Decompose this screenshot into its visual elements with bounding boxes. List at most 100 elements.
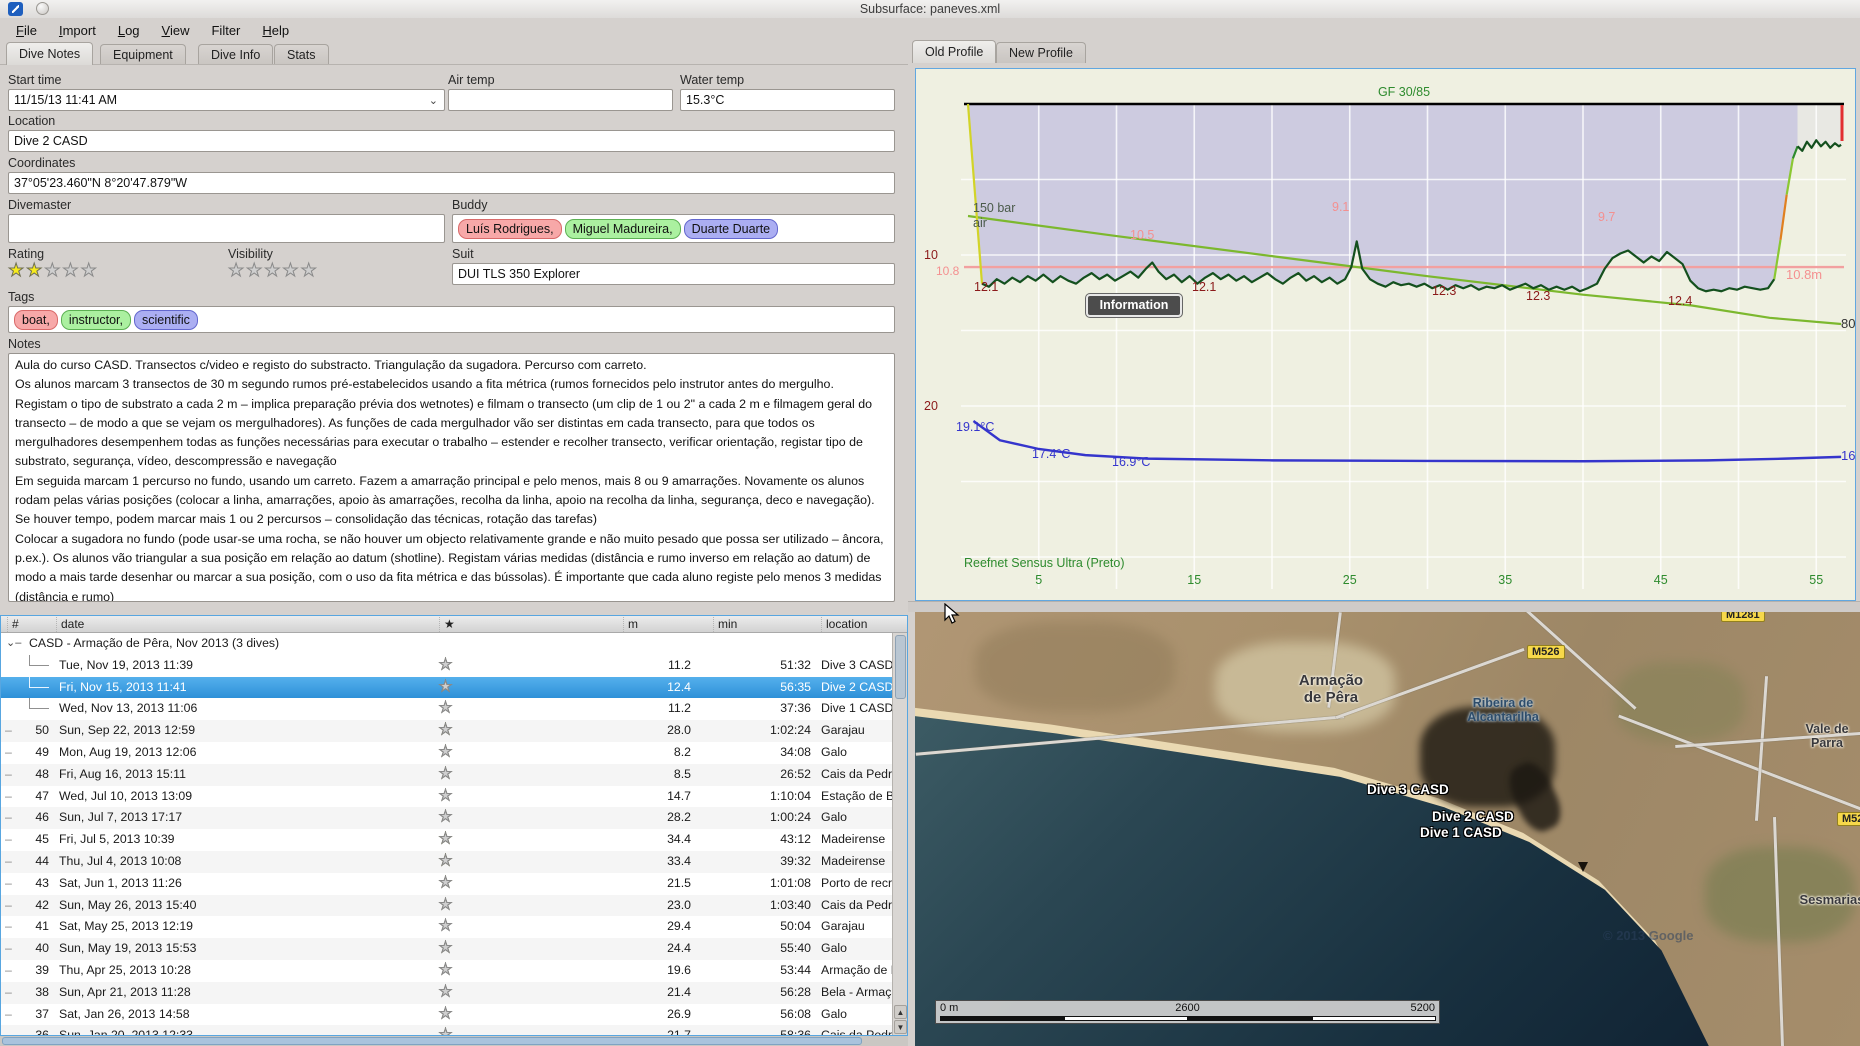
dive-site-label: Dive 1 CASD [1420,825,1502,840]
dive-row[interactable]: –43 Sat, Jun 1, 2013 11:26 21.5 1:01:08 Port… [1,872,907,895]
water-temp-field[interactable]: 15.3°C [680,89,895,111]
dive-row[interactable]: –44 Thu, Jul 4, 2013 10:08 33.4 39:32 Madeir… [1,850,907,873]
dive-list-header[interactable]: # date ★ m min location [1,616,907,633]
dive-row[interactable]: –41 Sat, May 25, 2013 12:19 29.4 50:04 Garaj… [1,916,907,939]
tag-pill[interactable]: scientific [134,309,198,330]
dive-row[interactable]: –38 Sun, Apr 21, 2013 11:28 21.4 56:28 Bela … [1,981,907,1004]
dive-row[interactable]: –45 Fri, Jul 5, 2013 10:39 34.4 43:12 Madeir… [1,829,907,851]
location-value: Dive 2 CASD [14,134,88,148]
scrollbar-thumb[interactable] [2,1037,862,1045]
dive-row[interactable]: –37 Sat, Jan 26, 2013 14:58 26.9 56:08 Galo ★… [1,1003,907,1026]
menu-view[interactable]: View [152,21,200,40]
tag-pill[interactable]: instructor, [60,309,131,330]
tag-pill[interactable]: Duarte Duarte [683,218,779,239]
tab-dive-notes[interactable]: Dive Notes [6,42,94,65]
column-header-1[interactable]: date [56,617,84,632]
menu-filter[interactable]: Filter [201,21,250,40]
cell-date: Thu, Apr 25, 2013 10:28 [59,962,191,977]
collapse-icon[interactable]: ⌄– [6,633,21,655]
star-filled-icon: ★ [26,260,45,281]
coordinates-label: Coordinates [8,156,76,170]
end-pressure-label: 80 [1841,316,1855,331]
cell-min: 56:28 [780,984,811,999]
dive-row[interactable]: Wed, Nov 13, 2013 11:06 11.2 37:36 Dive 1 C… [1,698,907,721]
tab-stats[interactable]: Stats [274,44,329,65]
star-empty-icon: ★ [439,896,453,913]
dive-row[interactable]: –47 Wed, Jul 10, 2013 13:09 14.7 1:10:04 Est… [1,785,907,808]
star-empty-icon: ★ [300,260,319,281]
column-header-5[interactable]: location [821,617,867,632]
dive-site-marker[interactable] [1578,862,1588,872]
dive-row[interactable]: –48 Fri, Aug 16, 2013 15:11 8.5 26:52 Cais d… [1,763,907,786]
cell-num: 38 [35,984,49,999]
dive-row[interactable]: –50 Sun, Sep 22, 2013 12:59 28.0 1:02:24 Gar… [1,720,907,742]
information-button[interactable]: Information [1085,293,1183,318]
dive-row[interactable]: Fri, Nov 15, 2013 11:41 12.4 56:35 Dive 2 C… [1,676,907,699]
dive-row[interactable]: –36 Sun, Jan 20, 2013 12:33 21.7 58:36 Cais … [1,1025,907,1035]
tab-new-profile[interactable]: New Profile [996,42,1086,63]
start-time-value: 11/15/13 11:41 AM [14,93,118,107]
tab-dive-info[interactable]: Dive Info [198,44,274,65]
cell-m: 8.2 [673,744,691,759]
column-header-0[interactable]: # [7,617,19,632]
scroll-down-button[interactable]: ▼ [894,1020,907,1034]
tags-field[interactable]: boat, instructor, scientific [8,306,895,333]
suit-field[interactable]: DUI TLS 350 Explorer [452,263,895,285]
menu-log[interactable]: Log [108,21,150,40]
divemaster-field[interactable] [8,214,445,243]
scroll-up-button[interactable]: ▲ [894,1005,907,1019]
scrollbar-thumb[interactable] [895,635,906,699]
menu-import[interactable]: Import [49,21,106,40]
cell-date: Sun, Jul 7, 2013 17:17 [59,810,183,825]
time-tick: 45 [1654,573,1668,587]
dive-row[interactable]: –46 Sun, Jul 7, 2013 17:17 28.2 1:00:24 Galo… [1,807,907,830]
star-empty-icon: ★ [439,678,453,695]
tab-old-profile[interactable]: Old Profile [912,40,997,63]
dive-row[interactable]: –40 Sun, May 19, 2013 15:53 24.4 55:40 Galo ★… [1,938,907,960]
air-temp-field[interactable] [448,89,673,111]
scale-max: 5200 [1410,1002,1435,1014]
cell-num: 40 [35,941,49,956]
time-tick: 35 [1498,573,1512,587]
scale-segment [1188,1016,1312,1021]
water-temp-label: Water temp [680,73,745,87]
dive-list-table: # date ★ m min location ⌄– CASD - Armação de P… [0,615,908,1036]
start-time-combo[interactable]: 11/15/13 11:41 AM ⌄ [8,89,445,111]
map-scale-bar: 0 m 2600 5200 [935,1000,1440,1024]
tag-pill[interactable]: boat, [14,309,58,330]
notes-label: Notes [8,337,41,351]
depth-tick: 10 [924,248,938,262]
trip-group-row[interactable]: ⌄– CASD - Armação de Pêra, Nov 2013 (3 di… [1,633,907,655]
time-tick: 25 [1343,573,1357,587]
visibility-stars[interactable]: ★★★★★ [227,260,319,281]
tab-equipment[interactable]: Equipment [100,44,186,65]
dive-list-vertical-scrollbar[interactable]: ▲ ▼ [892,633,907,1035]
star-empty-icon: ★ [80,260,99,281]
column-header-2[interactable]: ★ [439,617,455,632]
dive-row[interactable]: –42 Sun, May 26, 2013 15:40 23.0 1:03:40 Cai… [1,894,907,917]
cell-num: 44 [35,853,49,868]
menubar: File Import Log View Filter Help [0,18,1860,42]
location-field[interactable]: Dive 2 CASD [8,130,895,152]
notes-textarea[interactable]: Aula do curso CASD. Transectos c/video e… [8,353,895,602]
menu-file[interactable]: File [6,21,47,40]
cell-min: 55:40 [780,941,811,956]
dive-profile-chart[interactable]: GF 30/85 150 bar air 10 20 5 15 25 35 45 55 Reefnet… [915,68,1856,601]
vegetation-patch [1615,662,1745,742]
rating-stars[interactable]: ★★★★★ [7,260,99,281]
tag-pill[interactable]: Luís Rodrigues, [458,218,562,239]
dive-row[interactable]: –49 Mon, Aug 19, 2013 12:06 8.2 34:08 Galo ★ ★… [1,741,907,764]
column-header-4[interactable]: min [713,617,737,632]
cell-num: 39 [35,962,49,977]
dive-row[interactable]: –39 Thu, Apr 25, 2013 10:28 19.6 53:44 Armaç… [1,959,907,982]
column-header-3[interactable]: m [623,617,638,632]
star-empty-icon: ★ [439,722,453,739]
panel-splitter[interactable] [908,601,1860,612]
dive-list-horizontal-scrollbar[interactable] [0,1036,908,1046]
coordinates-field[interactable]: 37°05'23.460"N 8°20'47.879"W [8,172,895,194]
tag-pill[interactable]: Miguel Madureira, [564,218,681,239]
dive-site-map[interactable]: Armação de Pêra Ribeira de Alcantarilha Va… [915,612,1860,1046]
dive-row[interactable]: Tue, Nov 19, 2013 11:39 11.2 51:32 Dive 3 C… [1,654,907,677]
buddy-field[interactable]: Luís Rodrigues, Miguel Madureira, Duarte D… [452,214,895,243]
menu-help[interactable]: Help [252,21,299,40]
